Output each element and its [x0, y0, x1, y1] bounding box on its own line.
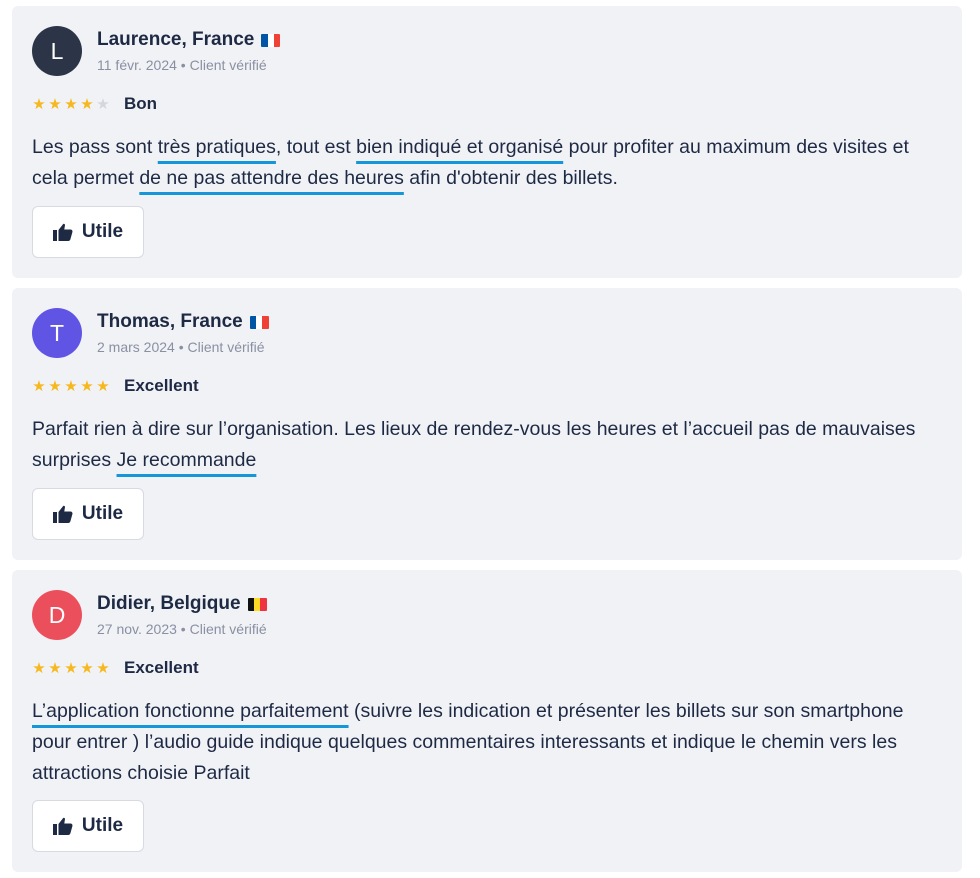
reviewer-name: Thomas, France — [97, 311, 269, 333]
reviewer-name-text: Laurence, France — [97, 29, 255, 50]
star-filled-icon: ★ — [64, 659, 78, 677]
star-filled-icon: ★ — [32, 659, 46, 677]
thumbs-up-icon — [52, 817, 73, 835]
highlighted-phrase: Je recommande — [116, 449, 257, 471]
review-meta: 2 mars 2024 • Client vérifié — [97, 339, 265, 355]
highlighted-phrase: de ne pas attendre des heures — [139, 167, 404, 189]
star-filled-icon: ★ — [80, 659, 94, 677]
star-filled-icon: ★ — [48, 659, 62, 677]
star-empty-icon: ★ — [96, 95, 110, 113]
rating: ★ ★ ★ ★ ★ Bon — [32, 94, 157, 114]
review-text: Les pass sont très pratiques, tout est b… — [32, 132, 942, 194]
reviewer-name: Didier, Belgique — [97, 593, 267, 615]
thumbs-up-icon — [52, 505, 73, 523]
star-filled-icon: ★ — [32, 377, 46, 395]
verified-badge: Client vérifié — [189, 57, 267, 73]
rating-label: Bon — [124, 94, 158, 113]
helpful-button[interactable]: Utile — [32, 206, 144, 258]
rating-label: Excellent — [124, 376, 199, 395]
star-filled-icon: ★ — [64, 95, 78, 113]
review-date: 11 févr. 2024 — [97, 57, 177, 73]
helpful-button[interactable]: Utile — [32, 800, 144, 852]
verified-badge: Client vérifié — [189, 621, 267, 637]
highlighted-phrase: très pratiques — [157, 136, 276, 158]
review-card: D Didier, Belgique 27 nov. 2023 • Client… — [12, 570, 962, 872]
star-filled-icon: ★ — [80, 95, 94, 113]
star-filled-icon: ★ — [32, 95, 46, 113]
review-meta: 11 févr. 2024 • Client vérifié — [97, 57, 267, 73]
review-date: 27 nov. 2023 — [97, 621, 177, 637]
helpful-label: Utile — [81, 815, 124, 836]
review-meta: 27 nov. 2023 • Client vérifié — [97, 621, 267, 637]
star-filled-icon: ★ — [48, 377, 62, 395]
france-flag-icon — [249, 315, 269, 329]
review-text: L’application fonctionne parfaitement (s… — [32, 696, 942, 789]
verified-badge: Client vérifié — [187, 339, 265, 355]
review-card: T Thomas, France 2 mars 2024 • Client vé… — [12, 288, 962, 560]
reviewer-name: Laurence, France — [97, 29, 281, 51]
rating: ★ ★ ★ ★ ★ Excellent — [32, 376, 199, 396]
star-filled-icon: ★ — [80, 377, 94, 395]
star-rating: ★ ★ ★ ★ ★ — [32, 97, 110, 112]
france-flag-icon — [261, 33, 281, 47]
rating: ★ ★ ★ ★ ★ Excellent — [32, 658, 199, 678]
reviewer-name-text: Didier, Belgique — [97, 593, 241, 614]
helpful-label: Utile — [81, 221, 124, 242]
review-card: L Laurence, France 11 févr. 2024 • Clien… — [12, 6, 962, 278]
avatar: D — [32, 590, 82, 640]
review-text-segment: , tout est — [275, 136, 357, 158]
star-filled-icon: ★ — [64, 377, 78, 395]
review-date: 2 mars 2024 — [97, 339, 175, 355]
review-text: Parfait rien à dire sur l’organisation. … — [32, 414, 942, 476]
star-filled-icon: ★ — [96, 377, 110, 395]
belgium-flag-icon — [247, 597, 267, 611]
star-filled-icon: ★ — [96, 659, 110, 677]
helpful-button[interactable]: Utile — [32, 488, 144, 540]
review-text-segment: Les pass sont — [32, 136, 158, 158]
avatar: T — [32, 308, 82, 358]
avatar: L — [32, 26, 82, 76]
reviewer-name-text: Thomas, France — [97, 311, 243, 332]
review-text-segment: afin d'obtenir des billets. — [403, 167, 618, 189]
highlighted-phrase: L’application fonctionne parfaitement — [32, 700, 349, 722]
highlighted-phrase: bien indiqué et organisé — [356, 136, 564, 158]
star-filled-icon: ★ — [48, 95, 62, 113]
star-rating: ★ ★ ★ ★ ★ — [32, 661, 110, 676]
reviews-list: L Laurence, France 11 févr. 2024 • Clien… — [0, 0, 980, 878]
thumbs-up-icon — [52, 223, 73, 241]
star-rating: ★ ★ ★ ★ ★ — [32, 379, 110, 394]
helpful-label: Utile — [81, 503, 124, 524]
rating-label: Excellent — [124, 658, 199, 677]
